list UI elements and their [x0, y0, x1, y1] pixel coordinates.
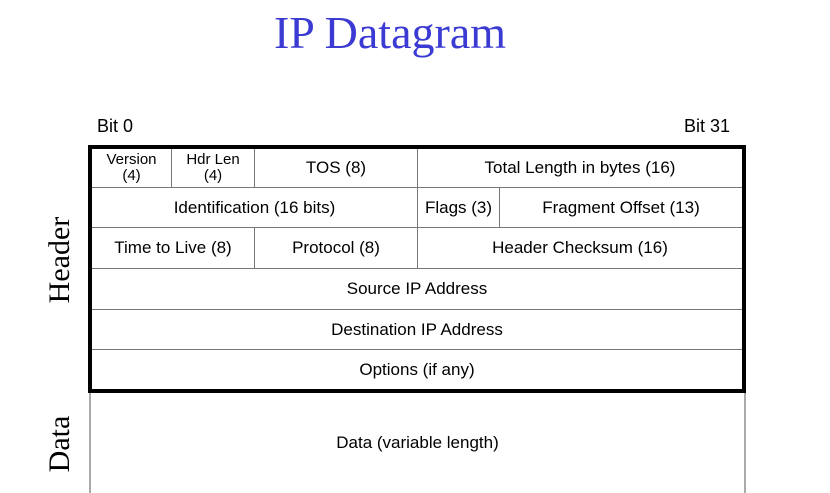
bit-0-label: Bit 0 — [97, 116, 134, 136]
diagram-title: IP Datagram — [273, 7, 507, 58]
data-payload-box: Data (variable length) — [89, 393, 746, 493]
total-length-field: Total Length in bytes (16) — [484, 158, 676, 178]
header-section-label: Header — [43, 216, 76, 304]
identification-field: Identification (16 bits) — [173, 197, 336, 217]
version-field: Version (4) — [106, 151, 157, 184]
ip-header-box: Version (4) Hdr Len (4) TOS (8) Total Le… — [88, 145, 746, 393]
protocol-field: Protocol (8) — [292, 238, 380, 258]
data-field: Data (variable length) — [336, 433, 499, 453]
header-checksum-field: Header Checksum (16) — [492, 238, 668, 258]
tos-field: TOS (8) — [305, 158, 367, 178]
hdr-len-field: Hdr Len (4) — [186, 151, 240, 184]
flags-field: Flags (3) — [424, 197, 493, 217]
destination-ip-field: Destination IP Address — [331, 319, 503, 339]
data-section-label: Data — [43, 415, 76, 473]
fragment-offset-field: Fragment Offset (13) — [542, 197, 700, 217]
options-field: Options (if any) — [359, 359, 475, 379]
ttl-field: Time to Live (8) — [114, 238, 232, 258]
bit-31-label: Bit 31 — [684, 116, 731, 136]
source-ip-field: Source IP Address — [346, 279, 488, 299]
